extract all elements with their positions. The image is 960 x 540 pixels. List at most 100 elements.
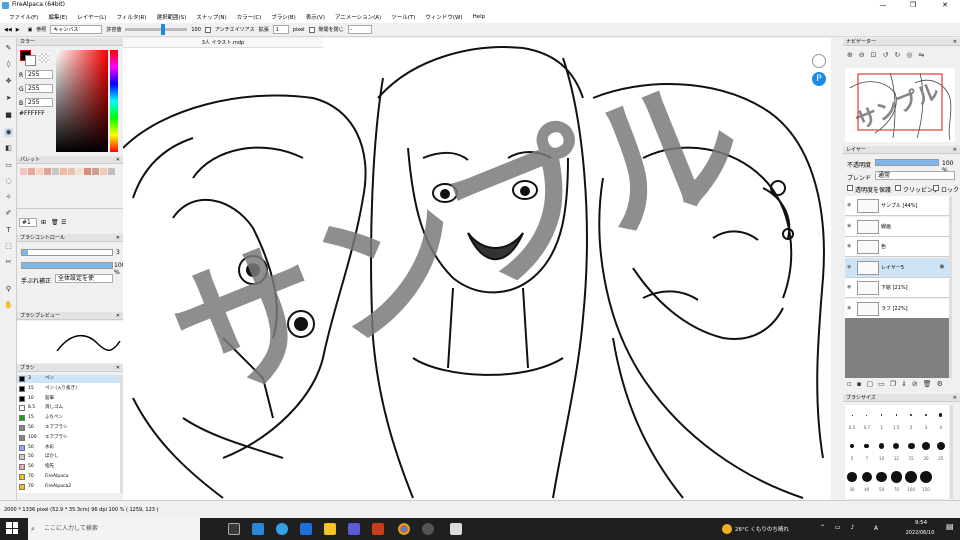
- menu-item-9[interactable]: アニメーション(A): [330, 13, 386, 21]
- rotate-right-icon[interactable]: ↻: [895, 51, 901, 60]
- brush-item[interactable]: 50 水彩: [17, 444, 120, 452]
- file-explorer-icon[interactable]: [324, 523, 336, 535]
- notification-icon[interactable]: ▤: [946, 522, 954, 531]
- correction-select[interactable]: 全体設定を使: [55, 274, 113, 283]
- palette-swatch[interactable]: [100, 168, 107, 175]
- brush-size-cell[interactable]: 30: [845, 467, 859, 497]
- brush-item[interactable]: 50 指先: [17, 463, 120, 471]
- eraser-tool-icon[interactable]: ◊: [4, 60, 13, 69]
- protect-alpha-checkbox[interactable]: [847, 185, 853, 191]
- brush-size-cell[interactable]: 15: [904, 436, 918, 466]
- merge-down-icon[interactable]: ⇓: [901, 380, 907, 389]
- brush-item[interactable]: 10 鉛筆: [17, 395, 120, 403]
- layer-row[interactable]: ◉ レイヤー5 ✹: [845, 257, 949, 278]
- palette-swatch[interactable]: [60, 168, 67, 175]
- palette-swatch[interactable]: [76, 168, 83, 175]
- pen-tool-icon[interactable]: ✎: [4, 44, 13, 53]
- menu-item-5[interactable]: スナップ(N): [191, 13, 231, 21]
- fill-rect-icon[interactable]: ■: [4, 111, 13, 120]
- palette-swatch[interactable]: [52, 168, 59, 175]
- minimize-button[interactable]: —: [868, 0, 898, 11]
- clear-layer-icon[interactable]: ⊘: [912, 380, 918, 389]
- tray-icons[interactable]: ⌃ ▭ ♪: [820, 524, 858, 531]
- duplicate-layer-icon[interactable]: ❐: [890, 380, 896, 389]
- flip-icon[interactable]: ⇋: [918, 51, 924, 60]
- chrome-icon[interactable]: [398, 523, 410, 535]
- layer-row[interactable]: ◉ ラフ [22%]: [845, 298, 949, 319]
- brush-size-cell[interactable]: 100: [904, 467, 918, 497]
- layer-settings-icon[interactable]: ✹: [939, 263, 945, 271]
- new-folder-icon[interactable]: ▭: [878, 380, 885, 389]
- g-input[interactable]: 255: [25, 84, 53, 93]
- brush-size-cell[interactable]: 3: [919, 405, 933, 435]
- zoom-in-icon[interactable]: ⊕: [847, 51, 853, 60]
- document-tab[interactable]: 3人 イラスト.mdp: [123, 38, 323, 48]
- add-palette-icon[interactable]: ⊞: [41, 219, 46, 226]
- taskbar-search[interactable]: ここに入力して検索: [28, 518, 200, 540]
- palette-swatch[interactable]: [36, 168, 43, 175]
- brush-size-cell[interactable]: 0.5: [845, 405, 859, 435]
- new-8bit-layer-icon[interactable]: ▪: [857, 380, 862, 389]
- palette-swatch[interactable]: [28, 168, 35, 175]
- menu-item-1[interactable]: 編集(E): [43, 13, 72, 21]
- magic-wand-icon[interactable]: ✧: [4, 193, 13, 202]
- layer-scrollbar[interactable]: [949, 196, 952, 378]
- visibility-eye-icon[interactable]: ◉: [847, 284, 853, 290]
- layer-opacity-slider[interactable]: [875, 159, 939, 166]
- b-input[interactable]: 255: [25, 98, 53, 107]
- windows-start-icon[interactable]: [6, 522, 18, 534]
- store-icon[interactable]: [348, 523, 360, 535]
- hand-tool-icon[interactable]: ✋: [4, 301, 13, 310]
- avatar-icon[interactable]: [812, 54, 826, 68]
- brush-item[interactable]: 3 ペン: [17, 375, 120, 383]
- brush-size-scrollbar[interactable]: [950, 405, 953, 499]
- brush-size-cell[interactable]: 0.7: [860, 405, 874, 435]
- rotate-left-icon[interactable]: ↺: [883, 51, 889, 60]
- brush-opacity-slider[interactable]: [21, 262, 113, 269]
- reset-rotation-icon[interactable]: ◎: [906, 51, 912, 60]
- task-view-icon[interactable]: [228, 523, 240, 535]
- layer-row[interactable]: ◉ サンプル [44%]: [845, 196, 949, 216]
- brush-size-cell[interactable]: 12: [889, 436, 903, 466]
- divide-tool-icon[interactable]: ✂: [4, 258, 13, 267]
- calendar-icon[interactable]: [300, 523, 312, 535]
- zoom-out-icon[interactable]: ⊖: [859, 51, 865, 60]
- brush-item[interactable]: 15 ペン (入り抜き): [17, 385, 120, 393]
- menu-item-3[interactable]: フィルタ(R): [111, 13, 151, 21]
- brush-size-cell[interactable]: 70: [889, 467, 903, 497]
- clock-date[interactable]: 2022/06/10: [898, 530, 942, 536]
- patreon-icon[interactable]: P: [812, 72, 826, 86]
- brush-size-cell[interactable]: 5: [845, 436, 859, 466]
- brush-size-cell[interactable]: 1.5: [889, 405, 903, 435]
- menu-item-4[interactable]: 選択範囲(S): [151, 13, 191, 21]
- menu-item-11[interactable]: ウィンドウ(W): [420, 13, 467, 21]
- brush-size-cell[interactable]: 150: [919, 467, 933, 497]
- brush-size-cell[interactable]: 4: [934, 405, 948, 435]
- transparent-swatch[interactable]: [39, 53, 49, 63]
- brush-item[interactable]: 70 FireAlpaca2: [17, 483, 120, 491]
- layer-row[interactable]: ◉ 線画: [845, 216, 949, 237]
- delete-palette-icon[interactable]: 🗑: [51, 219, 59, 226]
- operation-tool-icon[interactable]: ⬚: [4, 242, 13, 251]
- new-layer-icon[interactable]: ▫: [847, 380, 852, 389]
- move-tool-icon[interactable]: ✥: [4, 77, 13, 86]
- palette-swatch[interactable]: [20, 168, 27, 175]
- brush-size-cell[interactable]: 2: [904, 405, 918, 435]
- palette-swatch[interactable]: [108, 168, 115, 175]
- brush-item[interactable]: 50 ぼかし: [17, 453, 120, 461]
- visibility-eye-icon[interactable]: ◉: [847, 223, 853, 229]
- layer-row[interactable]: ◉ 下絵 [21%]: [845, 278, 949, 298]
- brush-size-cell[interactable]: 20: [919, 436, 933, 466]
- delete-layer-icon[interactable]: 🗑: [923, 380, 932, 389]
- navigator-thumbnail[interactable]: サンプル: [845, 68, 955, 142]
- menu-item-7[interactable]: ブラシ(B): [266, 13, 300, 21]
- brush-size-slider[interactable]: [21, 249, 113, 256]
- hue-slider[interactable]: [110, 50, 118, 152]
- select-pen-icon[interactable]: ✐: [4, 209, 13, 218]
- maximize-button[interactable]: ❐: [898, 0, 928, 11]
- clipping-checkbox[interactable]: [895, 185, 901, 191]
- palette-swatch[interactable]: [68, 168, 75, 175]
- text-tool-icon[interactable]: T: [4, 226, 13, 235]
- expand-input[interactable]: 1: [272, 25, 289, 34]
- visibility-eye-icon[interactable]: ◉: [847, 202, 853, 208]
